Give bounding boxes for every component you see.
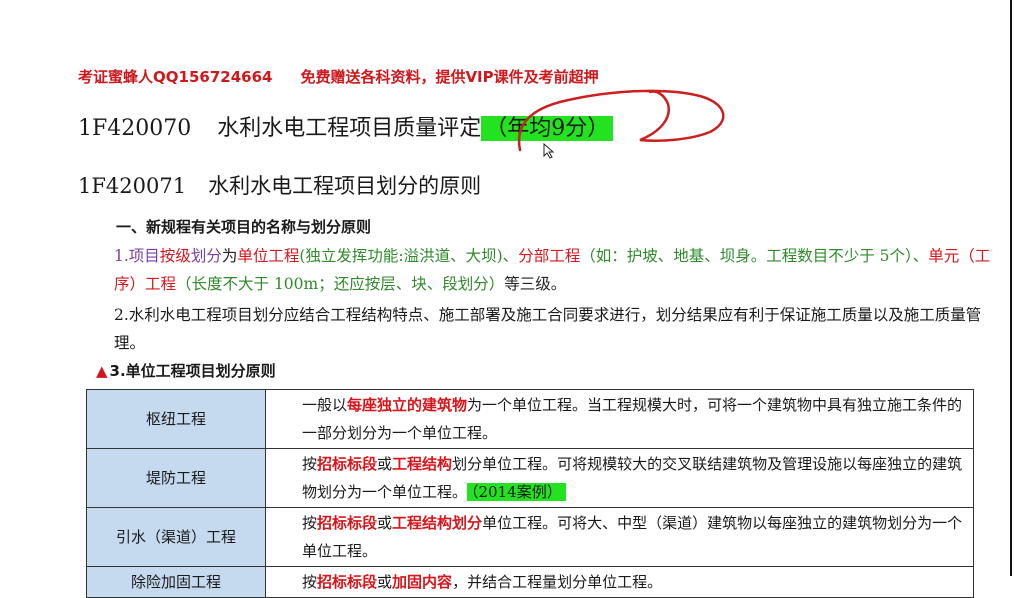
heading-1-highlight: （年均9分） xyxy=(481,116,614,141)
table-row: 堤防工程 按招标标段或工程结构划分单位工程。可将规模较大的交叉联结建筑物及管理设… xyxy=(86,448,974,508)
heading-2: 1F420071 水利水电工程项目划分的原则 xyxy=(78,170,481,200)
p1-a: 1.项目 xyxy=(114,247,160,265)
p1-k: 等三级。 xyxy=(504,275,567,293)
subsection-text: 3.单位工程项目划分原则 xyxy=(109,362,276,380)
p1-g: 分部工程 xyxy=(518,247,581,265)
section-title: 一、新规程有关项目的名称与划分原则 xyxy=(116,218,372,236)
row-key: 堤防工程 xyxy=(86,448,266,508)
heading-1: 1F420070 水利水电工程项目质量评定 （年均9分） xyxy=(78,110,614,142)
row-key: 除险加固工程 xyxy=(86,566,266,598)
heading-2-code: 1F420071 xyxy=(78,174,187,198)
p1-j: （长度不大于 100m；还应按层、块、段划分） xyxy=(176,275,505,293)
p1-b: 按级 xyxy=(159,247,191,265)
banner-left: 考证蜜蜂人QQ156724664 xyxy=(78,68,273,86)
row-value: 按招标标段或工程结构划分单位工程。可将规模较大的交叉联结建筑物及管理设施以每座独… xyxy=(265,448,974,508)
heading-1-code: 1F420070 xyxy=(78,116,192,141)
row-key: 枢纽工程 xyxy=(86,389,266,449)
table-row: 引水（渠道）工程 按招标标段或工程结构划分单位工程。可将大、中型（渠道）建筑物以… xyxy=(86,507,974,567)
paragraph-2: 2.水利水电工程项目划分应结合工程结构特点、施工部署及施工合同要求进行，划分结果… xyxy=(114,306,982,352)
paragraph-1: 1.项目按级划分为单位工程(独立发挥功能:溢洪道、大坝)、分部工程（如：护坡、地… xyxy=(114,242,994,298)
row-value: 按招标标段或工程结构划分单位工程。可将大、中型（渠道）建筑物以每座独立的建筑物划… xyxy=(265,507,974,567)
cursor-icon xyxy=(543,142,555,159)
p1-h: （如：护坡、地基、坝身。工程数目不少于 5个）、 xyxy=(580,247,929,265)
subsection-title: ▲ 3.单位工程项目划分原则 xyxy=(96,360,276,381)
p1-f: (独立发挥功能:溢洪道、大坝)、 xyxy=(299,247,519,265)
row-value: 按招标标段或加固内容，并结合工程量划分单位工程。 xyxy=(265,566,974,598)
heading-1-title: 水利水电工程项目质量评定 xyxy=(217,116,482,141)
heading-2-title: 水利水电工程项目划分的原则 xyxy=(208,174,482,198)
right-border xyxy=(1010,0,1024,576)
banner-right: 免费赠送各科资料，提供VIP课件及考前超押 xyxy=(300,68,599,86)
row-value: 一般以每座独立的建筑物为一个单位工程。当工程规模大时，可将一个建筑物中具有独立施… xyxy=(265,389,974,449)
triangle-icon: ▲ xyxy=(96,362,108,380)
row-key: 引水（渠道）工程 xyxy=(86,507,266,567)
p1-d: 为 xyxy=(221,247,238,265)
p1-c: 划分 xyxy=(190,247,222,265)
table-row: 枢纽工程 一般以每座独立的建筑物为一个单位工程。当工程规模大时，可将一个建筑物中… xyxy=(86,389,974,449)
promo-banner: 考证蜜蜂人QQ156724664 免费赠送各科资料，提供VIP课件及考前超押 xyxy=(78,66,599,87)
p1-e: 单位工程 xyxy=(237,247,300,265)
unit-project-table: 枢纽工程 一般以每座独立的建筑物为一个单位工程。当工程规模大时，可将一个建筑物中… xyxy=(86,389,974,598)
table-row: 除险加固工程 按招标标段或加固内容，并结合工程量划分单位工程。 xyxy=(86,566,974,598)
case-badge: （2014案例） xyxy=(467,483,566,501)
